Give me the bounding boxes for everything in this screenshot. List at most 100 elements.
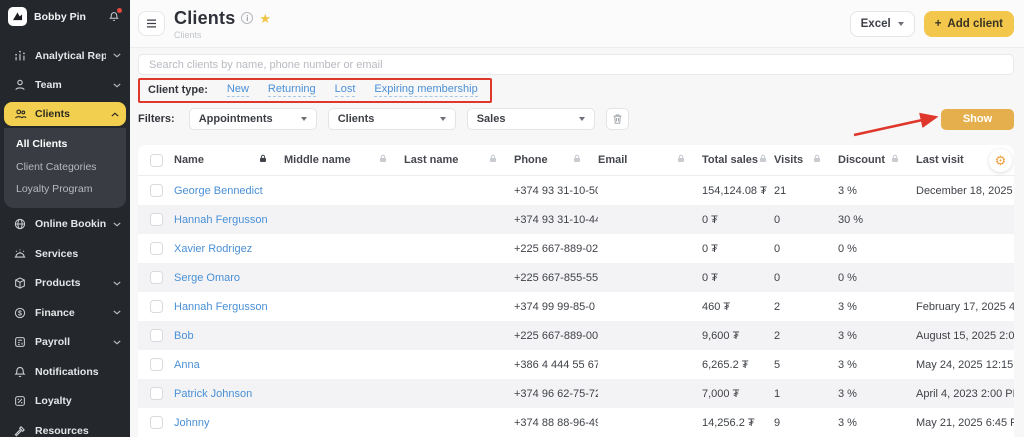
sidebar-item-label: Products [35, 277, 81, 290]
chevron-down-icon [113, 53, 121, 58]
lock-icon[interactable] [378, 153, 388, 167]
row-checkbox[interactable] [149, 184, 163, 197]
sidebar-item-label: Resources [35, 424, 89, 437]
chevron-down-icon [113, 281, 121, 286]
sidebar-item-analytical-reports[interactable]: Analytical Reports [0, 41, 130, 71]
client-type-returning-link[interactable]: Returning [267, 83, 316, 97]
visits-cell: 21 [774, 184, 787, 197]
row-checkbox[interactable] [149, 242, 163, 255]
info-icon[interactable]: i [241, 12, 254, 24]
sidebar-item-label: Analytical Reports [35, 49, 106, 62]
table-row: Bob +225 667-889-000 9,600 ₮ 2 3 % Augus… [138, 321, 1014, 350]
lock-icon[interactable] [258, 153, 268, 167]
row-checkbox[interactable] [149, 213, 163, 226]
filter-dropdown-clients[interactable]: Clients [327, 108, 456, 130]
brand-row[interactable]: Bobby Pin [0, 4, 130, 29]
products-icon [12, 276, 28, 290]
submenu-item-all-clients[interactable]: All Clients [4, 133, 126, 156]
sidebar-item-resources[interactable]: Resources [0, 416, 130, 437]
sidebar-item-finance[interactable]: $ Finance [0, 298, 130, 328]
add-client-button[interactable]: + Add client [923, 10, 1014, 37]
phone-cell: +225 667-889-022 [514, 242, 598, 255]
dropdown-value: Appointments [198, 113, 273, 125]
lock-icon[interactable] [890, 153, 900, 167]
row-checkbox[interactable] [149, 300, 163, 313]
total-sales-cell: 9,600 ₮ [702, 329, 740, 342]
chevron-down-icon [113, 340, 121, 345]
brand-name: Bobby Pin [34, 10, 86, 23]
sidebar-nav: Analytical Reports Team Clients All Clie… [0, 41, 130, 437]
lock-icon[interactable] [812, 153, 822, 167]
notifications-icon [12, 365, 28, 379]
table-body: George Bennedict +374 93 31-10-50 154,12… [138, 176, 1014, 437]
sidebar-item-services[interactable]: Services [0, 239, 130, 269]
column-header-last-name[interactable]: Last name [404, 153, 514, 167]
lock-icon[interactable] [488, 153, 498, 167]
sidebar-item-online-booking[interactable]: Online Booking [0, 210, 130, 240]
visits-cell: 0 [774, 213, 781, 226]
client-name-link[interactable]: Hannah Fergusson [174, 214, 284, 226]
column-header-discount[interactable]: Discount [838, 153, 916, 167]
notification-bell-icon[interactable] [108, 8, 122, 23]
column-header-name[interactable]: Name [174, 153, 284, 167]
column-header-middle-name[interactable]: Middle name [284, 153, 404, 167]
lock-icon[interactable] [758, 153, 768, 167]
sidebar-item-notifications[interactable]: Notifications [0, 357, 130, 387]
total-sales-cell: 460 ₮ [702, 300, 731, 313]
sidebar-item-label: Online Booking [35, 218, 106, 231]
chevron-down-icon [897, 21, 904, 26]
total-sales-cell: 0 ₮ [702, 271, 718, 284]
row-checkbox[interactable] [149, 358, 163, 371]
phone-cell: +374 96 62-75-72 [514, 387, 598, 400]
select-all-checkbox[interactable] [149, 153, 163, 167]
visits-cell: 0 [774, 242, 781, 255]
sidebar: Bobby Pin Analytical Reports Team [0, 0, 130, 437]
filter-dropdown-sales[interactable]: Sales [466, 108, 595, 130]
sidebar-item-label: Clients [35, 108, 71, 120]
phone-cell: +374 88 88-96-49 [514, 416, 598, 429]
favorite-star-icon[interactable]: ★ [259, 12, 271, 25]
lock-icon[interactable] [572, 153, 582, 167]
show-button[interactable]: Show [941, 108, 1014, 130]
submenu-item-loyalty-program[interactable]: Loyalty Program [4, 178, 126, 201]
topbar: Clients i ★ Clients Excel + Add client [130, 0, 1024, 48]
client-name-link[interactable]: Johnny [174, 417, 284, 429]
row-checkbox[interactable] [149, 387, 163, 400]
client-name-link[interactable]: Hannah Fergusson [174, 301, 284, 313]
submenu-item-client-categories[interactable]: Client Categories [4, 156, 126, 179]
sidebar-item-products[interactable]: Products [0, 269, 130, 299]
lock-icon[interactable] [676, 153, 686, 167]
search-input[interactable] [138, 54, 1014, 75]
people-icon [12, 107, 28, 121]
phone-cell: +374 99 99-85-0 [514, 300, 596, 313]
row-checkbox[interactable] [149, 416, 163, 429]
client-name-link[interactable]: George Bennedict [174, 185, 284, 197]
discount-cell: 3 % [838, 329, 857, 342]
sidebar-item-payroll[interactable]: Payroll [0, 328, 130, 358]
client-type-expiring-membership-link[interactable]: Expiring membership [374, 83, 478, 97]
client-name-link[interactable]: Patrick Johnson [174, 388, 284, 400]
column-header-email[interactable]: Email [598, 153, 702, 167]
client-name-link[interactable]: Serge Omaro [174, 272, 284, 284]
chart-icon [12, 49, 28, 63]
menu-toggle-button[interactable] [138, 11, 165, 36]
column-header-phone[interactable]: Phone [514, 153, 598, 167]
client-type-lost-link[interactable]: Lost [334, 83, 356, 97]
client-name-link[interactable]: Bob [174, 330, 284, 342]
column-header-visits[interactable]: Visits [774, 153, 838, 167]
visits-cell: 0 [774, 271, 781, 284]
client-type-new-link[interactable]: New [226, 83, 249, 97]
client-name-link[interactable]: Xavier Rodrigez [174, 243, 284, 255]
clear-filters-button[interactable] [605, 108, 629, 130]
table-settings-gear-icon[interactable]: ⚙ [989, 149, 1012, 172]
row-checkbox[interactable] [149, 329, 163, 342]
last-visit-cell: August 15, 2025 2:00 PM [916, 329, 1014, 342]
filter-dropdown-appointments[interactable]: Appointments [188, 108, 317, 130]
excel-export-button[interactable]: Excel [849, 10, 915, 37]
sidebar-item-team[interactable]: Team [0, 71, 130, 101]
sidebar-item-clients[interactable]: Clients [4, 102, 126, 126]
sidebar-item-loyalty[interactable]: Loyalty [0, 387, 130, 417]
row-checkbox[interactable] [149, 271, 163, 284]
client-name-link[interactable]: Anna [174, 359, 284, 371]
column-header-total-sales[interactable]: Total sales [702, 153, 774, 167]
